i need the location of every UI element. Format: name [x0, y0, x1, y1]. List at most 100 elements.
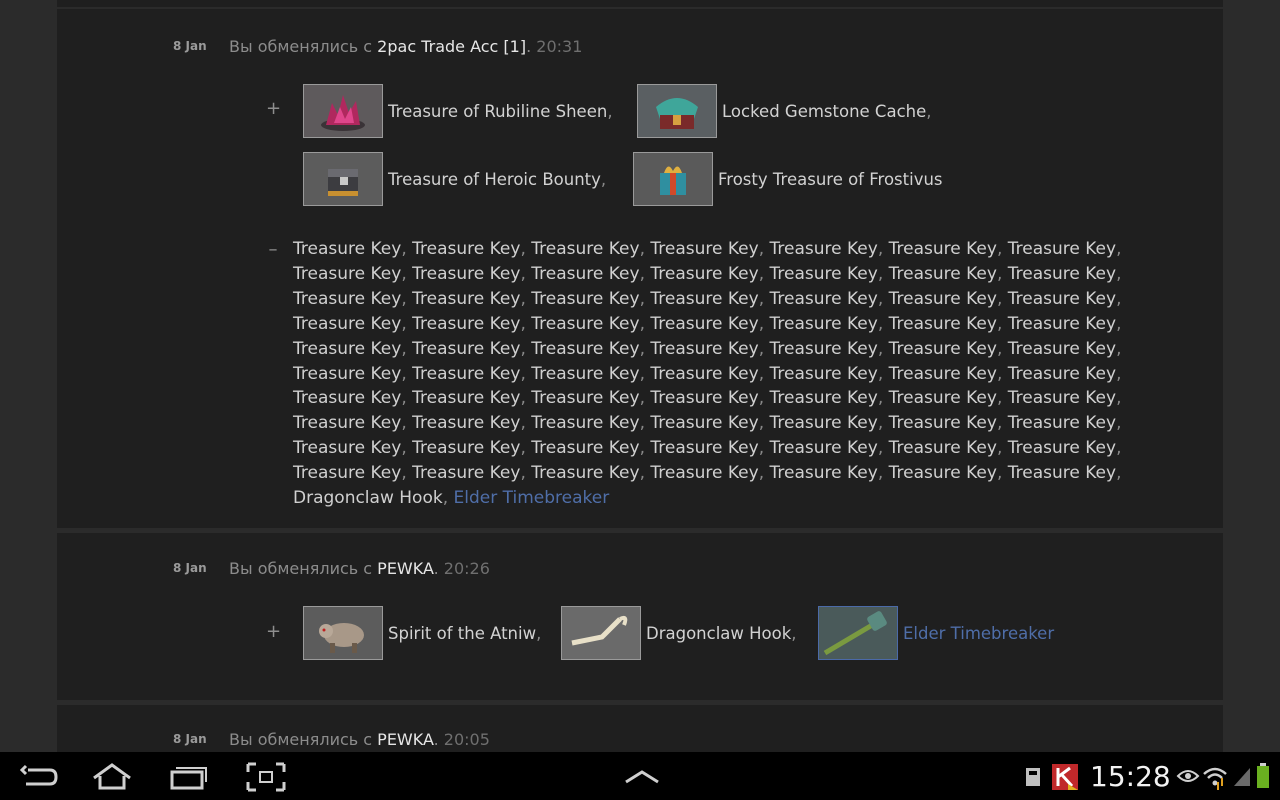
given-item-treasure-key[interactable]: Treasure Key: [531, 463, 639, 483]
given-item-treasure-key[interactable]: Treasure Key: [531, 314, 639, 334]
given-item-treasure-key[interactable]: Treasure Key: [1008, 339, 1116, 359]
given-item-treasure-key[interactable]: Treasure Key: [293, 413, 401, 433]
given-item-treasure-key[interactable]: Treasure Key: [770, 438, 878, 458]
trade-header: Вы обменялись с PEWKA. 20:05: [229, 730, 490, 749]
given-item-treasure-key[interactable]: Treasure Key: [531, 364, 639, 384]
item-frosty-treasure-of-frostivus[interactable]: Frosty Treasure of Frostivus: [633, 152, 943, 206]
given-item-treasure-key[interactable]: Treasure Key: [412, 413, 520, 433]
back-icon[interactable]: [19, 762, 60, 792]
given-item-treasure-key[interactable]: Treasure Key: [650, 264, 758, 284]
given-item-treasure-key[interactable]: Treasure Key: [293, 438, 401, 458]
given-item-treasure-key[interactable]: Treasure Key: [889, 388, 997, 408]
given-item-treasure-key[interactable]: Treasure Key: [1008, 463, 1116, 483]
trade-partner-link[interactable]: PEWKA: [377, 730, 433, 749]
given-item-treasure-key[interactable]: Treasure Key: [650, 239, 758, 259]
given-item-treasure-key[interactable]: Treasure Key: [650, 388, 758, 408]
given-item-treasure-key[interactable]: Treasure Key: [770, 339, 878, 359]
item-locked-gemstone-cache[interactable]: Locked Gemstone Cache,: [637, 84, 932, 138]
given-item-treasure-key[interactable]: Treasure Key: [293, 289, 401, 309]
given-item-treasure-key[interactable]: Treasure Key: [531, 413, 639, 433]
given-item-treasure-key[interactable]: Treasure Key: [293, 264, 401, 284]
given-item-treasure-key[interactable]: Treasure Key: [1008, 264, 1116, 284]
heroic-bounty-thumbnail[interactable]: [303, 152, 383, 206]
given-item-treasure-key[interactable]: Treasure Key: [650, 314, 758, 334]
given-item-treasure-key[interactable]: Treasure Key: [531, 264, 639, 284]
gemstone-cache-thumbnail[interactable]: [637, 84, 717, 138]
given-item-treasure-key[interactable]: Treasure Key: [412, 239, 520, 259]
given-item-treasure-key[interactable]: Treasure Key: [293, 388, 401, 408]
given-item-treasure-key[interactable]: Treasure Key: [650, 364, 758, 384]
given-item[interactable]: Dragonclaw Hook: [293, 488, 443, 508]
given-item[interactable]: Elder Timebreaker: [454, 488, 610, 508]
separator: ,: [758, 463, 765, 484]
given-item-treasure-key[interactable]: Treasure Key: [770, 289, 878, 309]
given-item-treasure-key[interactable]: Treasure Key: [1008, 413, 1116, 433]
given-item-treasure-key[interactable]: Treasure Key: [412, 264, 520, 284]
spirit-of-atniw-thumbnail[interactable]: [303, 606, 383, 660]
given-item-treasure-key[interactable]: Treasure Key: [1008, 239, 1116, 259]
item-spirit-of-the-atniw[interactable]: Spirit of the Atniw,: [303, 606, 541, 660]
given-item-treasure-key[interactable]: Treasure Key: [889, 438, 997, 458]
given-item-treasure-key[interactable]: Treasure Key: [531, 388, 639, 408]
given-item-treasure-key[interactable]: Treasure Key: [412, 289, 520, 309]
given-item-treasure-key[interactable]: Treasure Key: [770, 239, 878, 259]
screenshot-icon[interactable]: [246, 762, 286, 792]
given-item-treasure-key[interactable]: Treasure Key: [293, 364, 401, 384]
given-item-treasure-key[interactable]: Treasure Key: [531, 339, 639, 359]
given-item-treasure-key[interactable]: Treasure Key: [1008, 388, 1116, 408]
separator: ,: [401, 363, 407, 384]
trade-partner-link[interactable]: 2pac Trade Acc [1]: [377, 37, 526, 56]
given-item-treasure-key[interactable]: Treasure Key: [412, 463, 520, 483]
given-item-treasure-key[interactable]: Treasure Key: [770, 463, 878, 483]
dragonclaw-hook-thumbnail[interactable]: [561, 606, 641, 660]
given-item-treasure-key[interactable]: Treasure Key: [293, 463, 401, 483]
given-item-treasure-key[interactable]: Treasure Key: [412, 339, 520, 359]
given-item-treasure-key[interactable]: Treasure Key: [1008, 438, 1116, 458]
given-item-treasure-key[interactable]: Treasure Key: [412, 388, 520, 408]
item-treasure-of-heroic-bounty[interactable]: Treasure of Heroic Bounty,: [303, 152, 606, 206]
given-item-treasure-key[interactable]: Treasure Key: [889, 264, 997, 284]
given-item-treasure-key[interactable]: Treasure Key: [650, 438, 758, 458]
rubiline-treasure-thumbnail[interactable]: [303, 84, 383, 138]
given-item-treasure-key[interactable]: Treasure Key: [889, 463, 997, 483]
given-item-treasure-key[interactable]: Treasure Key: [889, 339, 997, 359]
given-item-treasure-key[interactable]: Treasure Key: [770, 388, 878, 408]
given-item-treasure-key[interactable]: Treasure Key: [770, 314, 878, 334]
given-item-treasure-key[interactable]: Treasure Key: [531, 289, 639, 309]
up-arrow-icon[interactable]: [622, 762, 662, 792]
given-item-treasure-key[interactable]: Treasure Key: [889, 289, 997, 309]
frosty-treasure-thumbnail[interactable]: [633, 152, 713, 206]
trade-partner-link[interactable]: PEWKA: [377, 559, 433, 578]
given-item-treasure-key[interactable]: Treasure Key: [889, 413, 997, 433]
given-item-treasure-key[interactable]: Treasure Key: [412, 364, 520, 384]
given-item-treasure-key[interactable]: Treasure Key: [1008, 364, 1116, 384]
given-item-treasure-key[interactable]: Treasure Key: [412, 314, 520, 334]
given-item-treasure-key[interactable]: Treasure Key: [650, 339, 758, 359]
given-item-treasure-key[interactable]: Treasure Key: [293, 339, 401, 359]
recent-apps-icon[interactable]: [168, 762, 208, 792]
given-item-treasure-key[interactable]: Treasure Key: [889, 239, 997, 259]
given-item-treasure-key[interactable]: Treasure Key: [293, 239, 401, 259]
given-item-treasure-key[interactable]: Treasure Key: [650, 463, 758, 483]
separator: ,: [639, 288, 645, 309]
item-dragonclaw-hook[interactable]: Dragonclaw Hook,: [561, 606, 797, 660]
given-item-treasure-key[interactable]: Treasure Key: [770, 413, 878, 433]
given-item-treasure-key[interactable]: Treasure Key: [889, 314, 997, 334]
home-icon[interactable]: [92, 762, 132, 792]
item-elder-timebreaker[interactable]: Elder Timebreaker: [818, 606, 1054, 660]
given-item-treasure-key[interactable]: Treasure Key: [531, 239, 639, 259]
item-treasure-of-rubiline-sheen[interactable]: Treasure of Rubiline Sheen,: [303, 84, 613, 138]
given-item-treasure-key[interactable]: Treasure Key: [1008, 314, 1116, 334]
given-item-treasure-key[interactable]: Treasure Key: [889, 364, 997, 384]
given-item-treasure-key[interactable]: Treasure Key: [650, 289, 758, 309]
given-item-treasure-key[interactable]: Treasure Key: [770, 364, 878, 384]
separator: ,: [639, 463, 645, 484]
given-item-treasure-key[interactable]: Treasure Key: [412, 438, 520, 458]
given-item-treasure-key[interactable]: Treasure Key: [770, 264, 878, 284]
separator: ,: [520, 388, 526, 409]
given-item-treasure-key[interactable]: Treasure Key: [1008, 289, 1116, 309]
given-item-treasure-key[interactable]: Treasure Key: [293, 314, 401, 334]
given-item-treasure-key[interactable]: Treasure Key: [650, 413, 758, 433]
given-item-treasure-key[interactable]: Treasure Key: [531, 438, 639, 458]
elder-timebreaker-thumbnail[interactable]: [818, 606, 898, 660]
